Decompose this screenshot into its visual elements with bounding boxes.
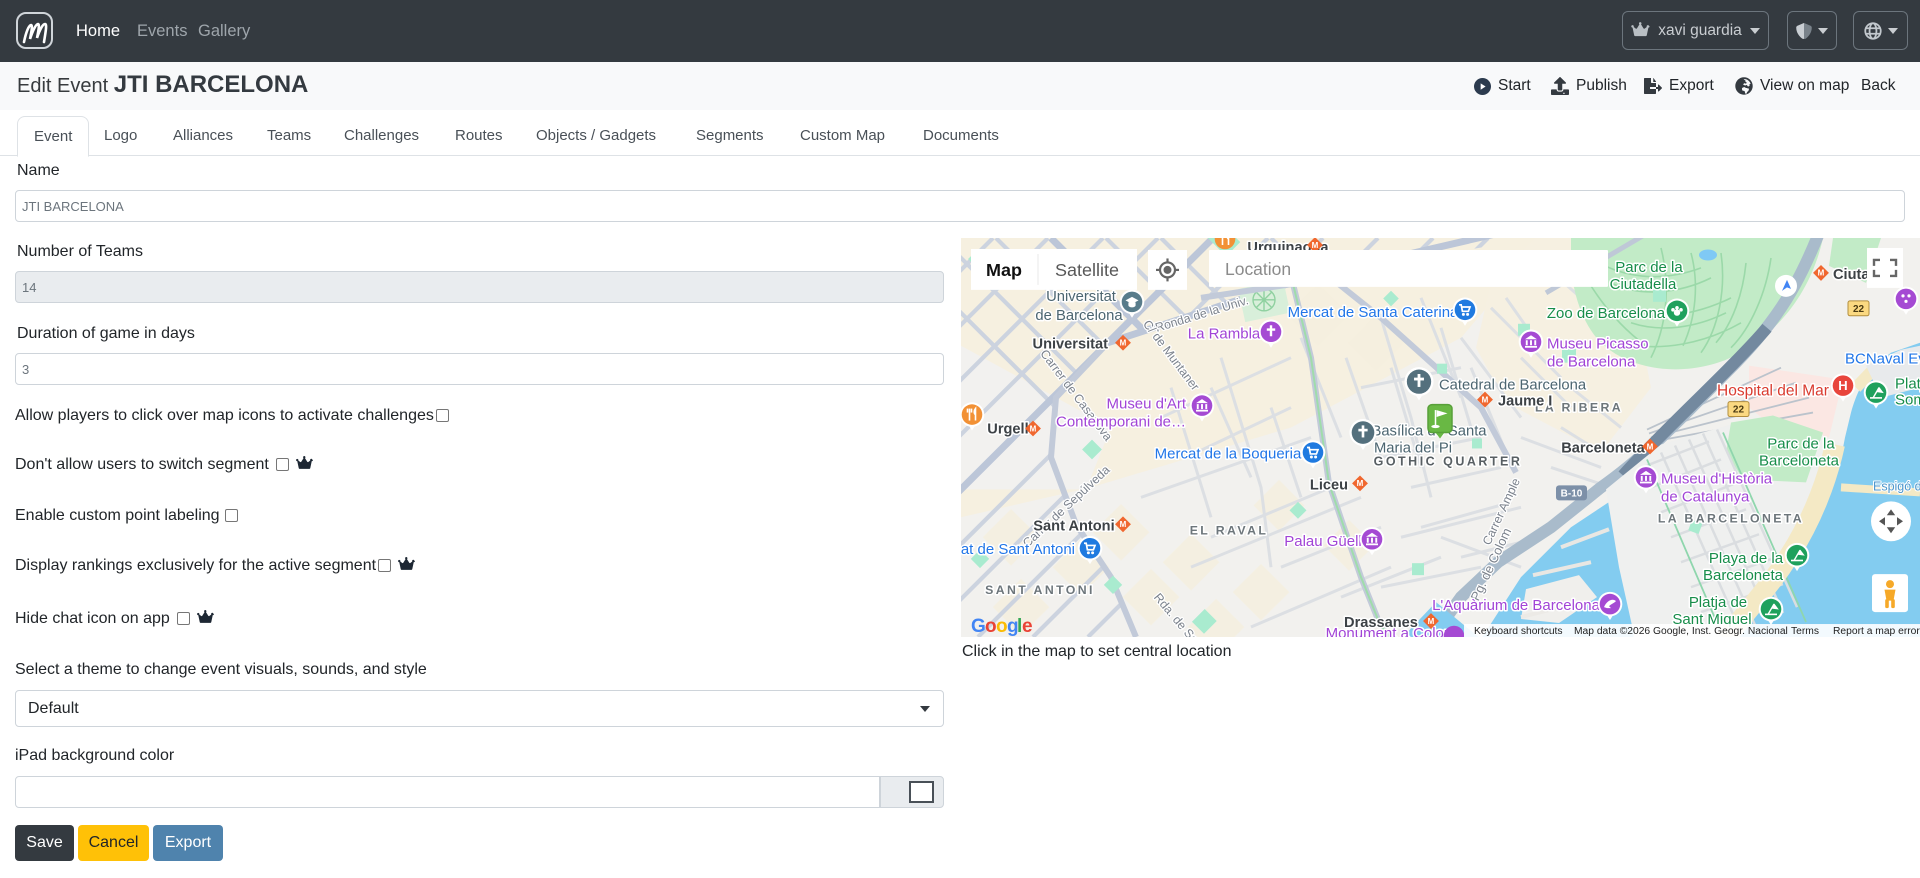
svg-text:o: o <box>985 616 996 637</box>
svg-text:Monument a Colom: Monument a Colom <box>1326 625 1457 637</box>
svg-text:o: o <box>996 616 1007 637</box>
svg-text:Espigó del: Espigó del <box>1873 479 1920 493</box>
svg-text:B-10: B-10 <box>1561 488 1583 499</box>
svg-text:Mercat de Santa Caterina: Mercat de Santa Caterina <box>1288 304 1459 321</box>
svg-text:Liceu: Liceu <box>1310 477 1348 493</box>
svg-text:cat de Sant Antoni: cat de Sant Antoni <box>961 541 1075 558</box>
svg-text:Hospital del Mar: Hospital del Mar <box>1717 383 1829 400</box>
svg-text:Terms: Terms <box>1791 626 1819 637</box>
svg-text:Satellite: Satellite <box>1055 260 1119 280</box>
svg-text:Som: Som <box>1895 392 1920 409</box>
svg-text:Parc de la: Parc de la <box>1615 259 1683 276</box>
svg-text:H: H <box>1838 378 1847 393</box>
svg-text:BCNaval Ev: BCNaval Ev <box>1845 351 1920 368</box>
svg-text:Map: Map <box>986 260 1022 280</box>
svg-text:Jaume I: Jaume I <box>1498 394 1552 410</box>
svg-text:de Catalunya: de Catalunya <box>1661 488 1750 505</box>
svg-text:Keyboard shortcuts: Keyboard shortcuts <box>1474 626 1563 637</box>
svg-text:Playa de la: Playa de la <box>1709 550 1784 567</box>
svg-text:Mercat de la Boqueria: Mercat de la Boqueria <box>1155 445 1302 462</box>
svg-text:SANT ANTONI: SANT ANTONI <box>985 583 1095 597</box>
svg-text:Museu d'Art: Museu d'Art <box>1106 396 1186 413</box>
svg-text:e: e <box>1022 616 1032 637</box>
svg-text:22: 22 <box>1733 405 1745 416</box>
svg-text:Universitat: Universitat <box>1033 337 1109 353</box>
svg-text:Zoo de Barcelona: Zoo de Barcelona <box>1547 305 1666 322</box>
svg-text:Museu Picasso: Museu Picasso <box>1547 336 1649 353</box>
svg-text:EL RAVAL: EL RAVAL <box>1190 523 1269 537</box>
svg-text:Platja: Platja <box>1895 376 1920 393</box>
svg-text:L'Aquàrium de Barcelona: L'Aquàrium de Barcelona <box>1432 597 1601 614</box>
svg-text:GOTHIC QUARTER: GOTHIC QUARTER <box>1374 454 1523 468</box>
svg-text:LA BARCELONETA: LA BARCELONETA <box>1658 511 1804 525</box>
svg-text:La Rambla: La Rambla <box>1188 326 1261 343</box>
svg-text:Parc de la: Parc de la <box>1767 435 1835 452</box>
svg-text:Catedral de Barcelona: Catedral de Barcelona <box>1439 378 1587 394</box>
svg-text:Ciutadella: Ciutadella <box>1610 276 1677 293</box>
svg-text:l: l <box>1017 616 1021 637</box>
svg-text:de Barcelona: de Barcelona <box>1035 308 1123 324</box>
svg-text:Barceloneta: Barceloneta <box>1703 567 1784 584</box>
svg-text:22: 22 <box>1853 304 1865 315</box>
svg-text:Palau Güell: Palau Güell <box>1284 533 1361 550</box>
svg-text:Barceloneta: Barceloneta <box>1561 440 1645 456</box>
svg-text:Sant Antoni: Sant Antoni <box>1033 518 1114 534</box>
svg-text:Map data ©2026 Google, Inst. G: Map data ©2026 Google, Inst. Geogr. Naci… <box>1574 626 1788 637</box>
svg-text:Platja de: Platja de <box>1689 594 1747 611</box>
svg-text:Universitat: Universitat <box>1046 289 1116 305</box>
svg-text:G: G <box>971 616 985 637</box>
svg-text:Urgell: Urgell <box>987 422 1028 438</box>
svg-text:Maria del Pi: Maria del Pi <box>1374 440 1452 456</box>
svg-text:Contemporani de…: Contemporani de… <box>1056 414 1186 431</box>
svg-text:de Barcelona: de Barcelona <box>1547 354 1636 371</box>
svg-text:Location: Location <box>1225 259 1291 279</box>
svg-text:Report a map error: Report a map error <box>1833 626 1920 637</box>
svg-text:Museu d'Història: Museu d'Història <box>1661 470 1773 487</box>
svg-text:Barceloneta: Barceloneta <box>1759 452 1840 469</box>
